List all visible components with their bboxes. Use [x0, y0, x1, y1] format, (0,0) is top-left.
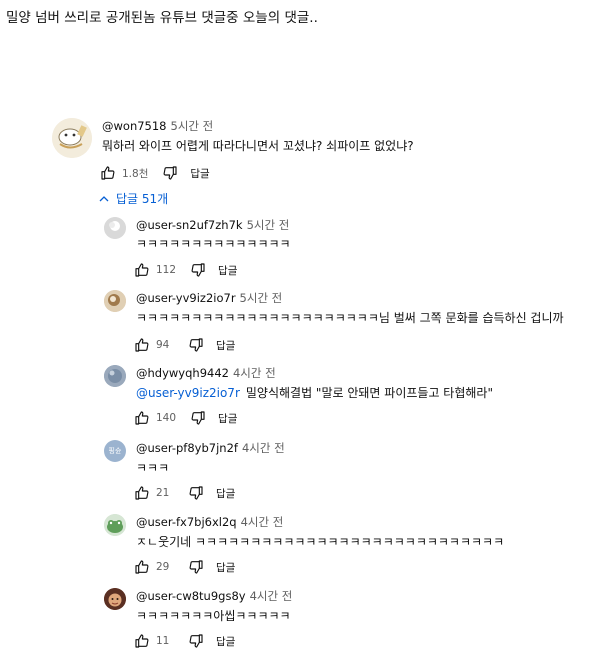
avatar[interactable] — [52, 118, 92, 158]
comment-text: 밀양식해결법 "말로 안돼면 파이프들고 타협해라" — [245, 386, 493, 400]
comment-time[interactable]: 5시간 전 — [240, 291, 283, 305]
comment-text: ㅋㅋㅋㅋㅋㅋㅋ아씹ㅋㅋㅋㅋㅋ — [136, 609, 291, 623]
replies-toggle-label: 답글 51개 — [116, 192, 169, 206]
reply-button[interactable]: 답글 — [216, 634, 235, 649]
comment-author[interactable]: @user-yv9iz2io7r — [136, 291, 236, 305]
comment-author[interactable]: @won7518 — [102, 119, 167, 133]
comment-author[interactable]: @user-fx7bj6xl2q — [136, 515, 237, 529]
dislike-icon[interactable] — [190, 262, 206, 278]
avatar-label: 핑슌 — [108, 447, 122, 455]
replies-toggle[interactable]: 답글 51개 — [98, 190, 168, 207]
comment-text: ㅋㅋㅋ — [136, 461, 170, 475]
reply-button[interactable]: 답글 — [216, 486, 235, 501]
like-icon[interactable] — [134, 262, 150, 278]
mention-link[interactable]: @user-yv9iz2io7r — [136, 386, 240, 400]
like-count: 11 — [156, 635, 170, 647]
comment-time[interactable]: 5시간 전 — [247, 218, 290, 232]
like-count: 140 — [156, 412, 177, 424]
dislike-icon[interactable] — [188, 337, 204, 353]
reply-button[interactable]: 답글 — [216, 338, 235, 353]
like-icon[interactable] — [100, 165, 116, 181]
reply-comment: @user-sn2uf7zh7k 5시간 전 ㅋㅋㅋㅋㅋㅋㅋㅋㅋㅋㅋㅋㅋㅋ 112… — [104, 217, 584, 281]
comment-author[interactable]: @user-sn2uf7zh7k — [136, 218, 243, 232]
avatar[interactable] — [104, 588, 126, 610]
chevron-up-icon — [99, 195, 109, 201]
dislike-icon[interactable] — [162, 165, 178, 181]
comment-author[interactable]: @user-cw8tu9gs8y — [136, 589, 246, 603]
like-icon[interactable] — [134, 485, 150, 501]
comment-text: 뭐하러 와이프 어렵게 따라다니면서 꼬셨냐? 쇠파이프 없었냐? — [102, 139, 414, 153]
like-icon[interactable] — [134, 337, 150, 353]
post-title: 밀양 넘버 쓰리로 공개된놈 유튜브 댓글중 오늘의 댓글.. — [6, 10, 318, 26]
dislike-icon[interactable] — [188, 633, 204, 649]
comment-time[interactable]: 4시간 전 — [250, 589, 293, 603]
comment-author[interactable]: @user-pf8yb7jn2f — [136, 441, 238, 455]
like-icon[interactable] — [134, 559, 150, 575]
reply-button[interactable]: 답글 — [218, 411, 237, 426]
avatar[interactable]: 핑슌 — [104, 440, 126, 462]
comment-time[interactable]: 5시간 전 — [171, 119, 214, 133]
dislike-icon[interactable] — [188, 485, 204, 501]
reply-button[interactable]: 답글 — [218, 263, 237, 278]
comment-author[interactable]: @hdywyqh9442 — [136, 366, 229, 380]
comment-time[interactable]: 4시간 전 — [241, 515, 284, 529]
reply-button[interactable]: 답글 — [216, 560, 235, 575]
like-count: 29 — [156, 561, 170, 573]
reply-comment: @hdywyqh9442 4시간 전 @user-yv9iz2io7r 밀양식해결법… — [104, 365, 584, 429]
main-comment: @won7518 5시간 전 뭐하러 와이프 어렵게 따라다니면서 꼬셨냐? 쇠파… — [52, 118, 592, 188]
like-count: 94 — [156, 339, 170, 351]
avatar[interactable] — [104, 290, 126, 312]
comment-text: ㅋㅋㅋㅋㅋㅋㅋㅋㅋㅋㅋㅋㅋㅋㅋㅋㅋㅋㅋㅋㅋㅋ님 벌써 그쪽 문화를 습득하신 겁… — [136, 311, 564, 325]
dislike-icon[interactable] — [190, 410, 206, 426]
reply-comment: 핑슌 @user-pf8yb7jn2f 4시간 전 ㅋㅋㅋ 21 답글 — [104, 440, 584, 504]
dislike-icon[interactable] — [188, 559, 204, 575]
reply-button[interactable]: 답글 — [190, 166, 209, 181]
reply-comment: @user-yv9iz2io7r 5시간 전 ㅋㅋㅋㅋㅋㅋㅋㅋㅋㅋㅋㅋㅋㅋㅋㅋㅋㅋ… — [104, 290, 594, 354]
avatar[interactable] — [104, 217, 126, 239]
like-count: 1.8천 — [122, 167, 149, 180]
avatar[interactable] — [104, 365, 126, 387]
like-count: 21 — [156, 487, 170, 499]
avatar[interactable] — [104, 514, 126, 536]
comment-time[interactable]: 4시간 전 — [233, 366, 276, 380]
like-icon[interactable] — [134, 633, 150, 649]
comment-text: ㅈㄴ웃기네 ㅋㅋㅋㅋㅋㅋㅋㅋㅋㅋㅋㅋㅋㅋㅋㅋㅋㅋㅋㅋㅋㅋㅋㅋㅋㅋㅋㅋ — [136, 535, 505, 549]
like-count: 112 — [156, 264, 177, 276]
reply-comment: @user-cw8tu9gs8y 4시간 전 ㅋㅋㅋㅋㅋㅋㅋ아씹ㅋㅋㅋㅋㅋ 11 … — [104, 588, 584, 652]
like-icon[interactable] — [134, 410, 150, 426]
comment-time[interactable]: 4시간 전 — [242, 441, 285, 455]
comment-text: ㅋㅋㅋㅋㅋㅋㅋㅋㅋㅋㅋㅋㅋㅋ — [136, 237, 291, 251]
reply-comment: @user-fx7bj6xl2q 4시간 전 ㅈㄴ웃기네 ㅋㅋㅋㅋㅋㅋㅋㅋㅋㅋㅋㅋ… — [104, 514, 594, 578]
